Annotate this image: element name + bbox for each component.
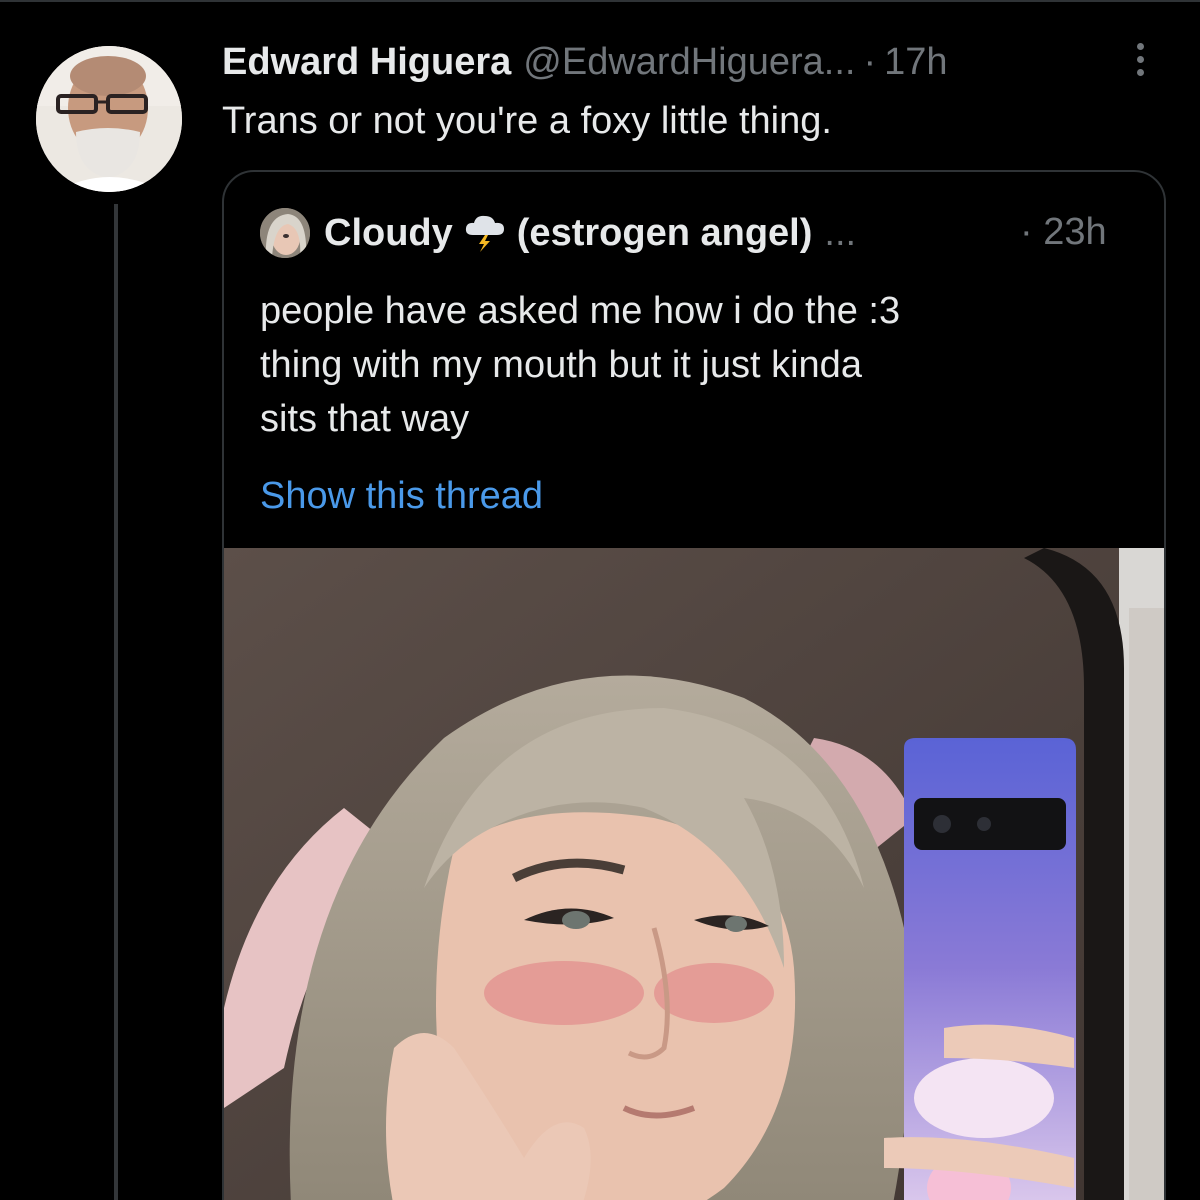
quoted-text-line: thing with my mouth but it just kinda xyxy=(260,344,862,386)
show-thread-link[interactable]: Show this thread xyxy=(260,472,543,520)
quoted-author-avatar[interactable] xyxy=(260,208,310,258)
separator-dot: · xyxy=(1020,211,1033,253)
quoted-tweet-card[interactable]: Cloudy (estrogen angel) ... · 23h people… xyxy=(222,170,1166,1200)
tweet-screenshot: Edward Higuera @EdwardHiguera... · 17h T… xyxy=(0,0,1200,1200)
quoted-text-line: people have asked me how i do the :3 xyxy=(260,290,901,332)
quoted-tweet-time[interactable]: · 23h xyxy=(1020,208,1107,256)
quoted-author-suffix: (estrogen angel) xyxy=(516,212,813,254)
top-divider xyxy=(0,0,1200,2)
quoted-tweet-photo[interactable] xyxy=(224,548,1164,1200)
quoted-author-name[interactable]: Cloudy xyxy=(324,209,453,257)
tweet-header: Edward Higuera @EdwardHiguera... · 17h xyxy=(222,38,948,86)
quoted-tweet-text: people have asked me how i do the :3 thi… xyxy=(260,284,1120,446)
cloud-lightning-icon xyxy=(463,213,507,253)
author-avatar-image xyxy=(36,46,182,192)
thread-line xyxy=(114,204,118,1200)
quoted-tweet-timestamp: 23h xyxy=(1043,211,1107,253)
author-handle[interactable]: @EdwardHiguera... xyxy=(523,38,855,86)
author-name[interactable]: Edward Higuera xyxy=(222,38,511,86)
quoted-author-avatar-image xyxy=(260,208,310,258)
tweet-text: Trans or not you're a foxy little thing. xyxy=(222,100,832,142)
tweet-timestamp[interactable]: 17h xyxy=(884,38,947,86)
quoted-tweet-header: Cloudy (estrogen angel) ... xyxy=(260,208,856,258)
quoted-text-line: sits that way xyxy=(260,398,470,440)
selfie-photo xyxy=(224,548,1164,1200)
separator-dot: · xyxy=(863,41,877,83)
more-options-icon[interactable] xyxy=(1128,40,1152,80)
author-avatar[interactable] xyxy=(36,46,182,192)
name-truncation: ... xyxy=(824,212,857,254)
